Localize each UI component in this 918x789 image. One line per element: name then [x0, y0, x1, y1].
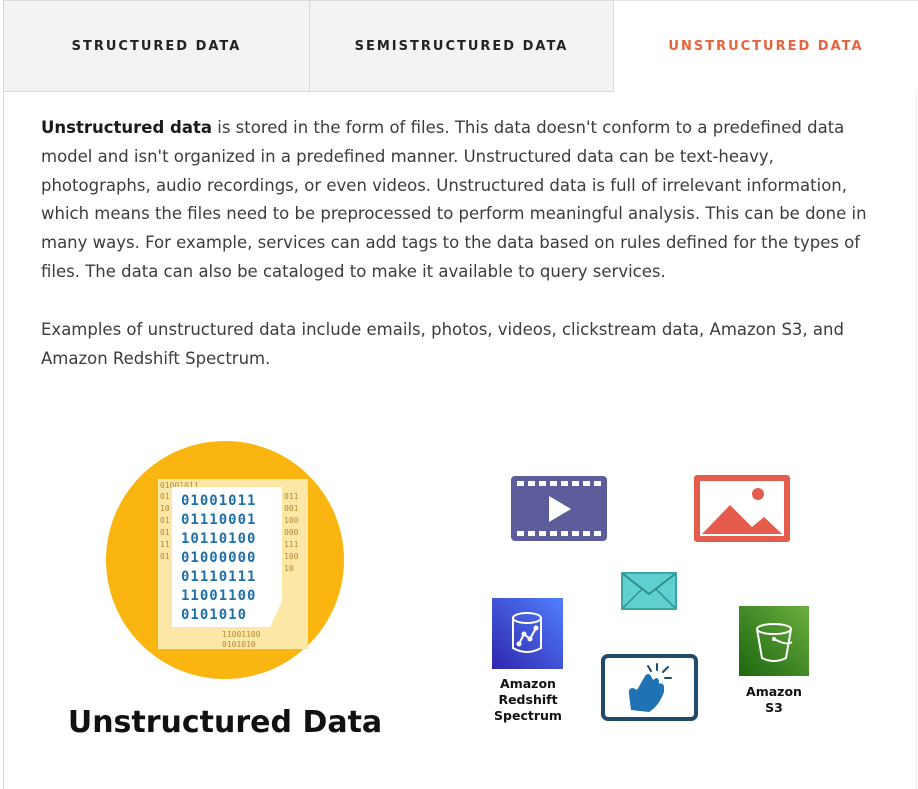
image-icon [694, 475, 790, 542]
clickstream-icon [601, 654, 698, 721]
unstructured-data-figure: 01001011 01 10 01 01 11 01 011 001 100 0… [106, 441, 344, 679]
tab-semistructured-data[interactable]: SEMISTRUCTURED DATA [309, 0, 614, 92]
svg-text:01: 01 [160, 492, 170, 501]
svg-text:11: 11 [160, 540, 170, 549]
tab-content: Unstructured data is stored in the form … [41, 114, 881, 373]
svg-text:0101010: 0101010 [222, 640, 256, 649]
description-text: is stored in the form of files. This dat… [41, 118, 867, 281]
svg-text:01: 01 [160, 528, 170, 537]
svg-text:01110001: 01110001 [181, 512, 256, 528]
svg-text:111: 111 [284, 540, 299, 549]
svg-text:10: 10 [160, 504, 170, 513]
tab-structured-data[interactable]: STRUCTURED DATA [3, 0, 309, 92]
binary-document-icon: 01001011 01 10 01 01 11 01 011 001 100 0… [106, 441, 344, 679]
svg-text:000: 000 [284, 528, 299, 537]
svg-text:001: 001 [284, 504, 299, 513]
svg-text:01001011: 01001011 [181, 493, 256, 509]
svg-text:0101010: 0101010 [181, 607, 247, 623]
svg-text:100: 100 [284, 516, 299, 525]
svg-text:01: 01 [160, 552, 170, 561]
redshift-icon [492, 598, 563, 669]
back-bottom-text: 11001100 0101010 [222, 630, 261, 649]
svg-text:011: 011 [284, 492, 299, 501]
back-right-column: 011 001 100 000 111 100 10 [284, 492, 299, 573]
video-icon [511, 476, 607, 541]
redshift-label: Amazon Redshift Spectrum [494, 676, 562, 723]
svg-text:01000000: 01000000 [181, 550, 256, 566]
svg-text:11001100: 11001100 [181, 588, 256, 604]
s3-label: Amazon S3 [746, 684, 802, 715]
figure-title: Unstructured Data [67, 705, 383, 740]
examples-paragraph: Examples of unstructured data include em… [41, 319, 844, 368]
tab-unstructured-data[interactable]: UNSTRUCTURED DATA [614, 0, 918, 92]
svg-text:100: 100 [284, 552, 299, 561]
tab-bar: STRUCTURED DATA SEMISTRUCTURED DATA UNST… [3, 0, 918, 92]
lead-term: Unstructured data [41, 118, 213, 137]
svg-text:10: 10 [284, 564, 294, 573]
svg-text:11001100: 11001100 [222, 630, 261, 639]
binary-lines: 01001011 01110001 10110100 01000000 0111… [181, 493, 256, 623]
svg-text:01: 01 [160, 516, 170, 525]
svg-text:01110111: 01110111 [181, 569, 256, 585]
svg-text:10110100: 10110100 [181, 531, 256, 547]
s3-bucket-icon [739, 606, 809, 676]
description-paragraph: Unstructured data is stored in the form … [41, 114, 881, 287]
email-icon [621, 572, 677, 610]
